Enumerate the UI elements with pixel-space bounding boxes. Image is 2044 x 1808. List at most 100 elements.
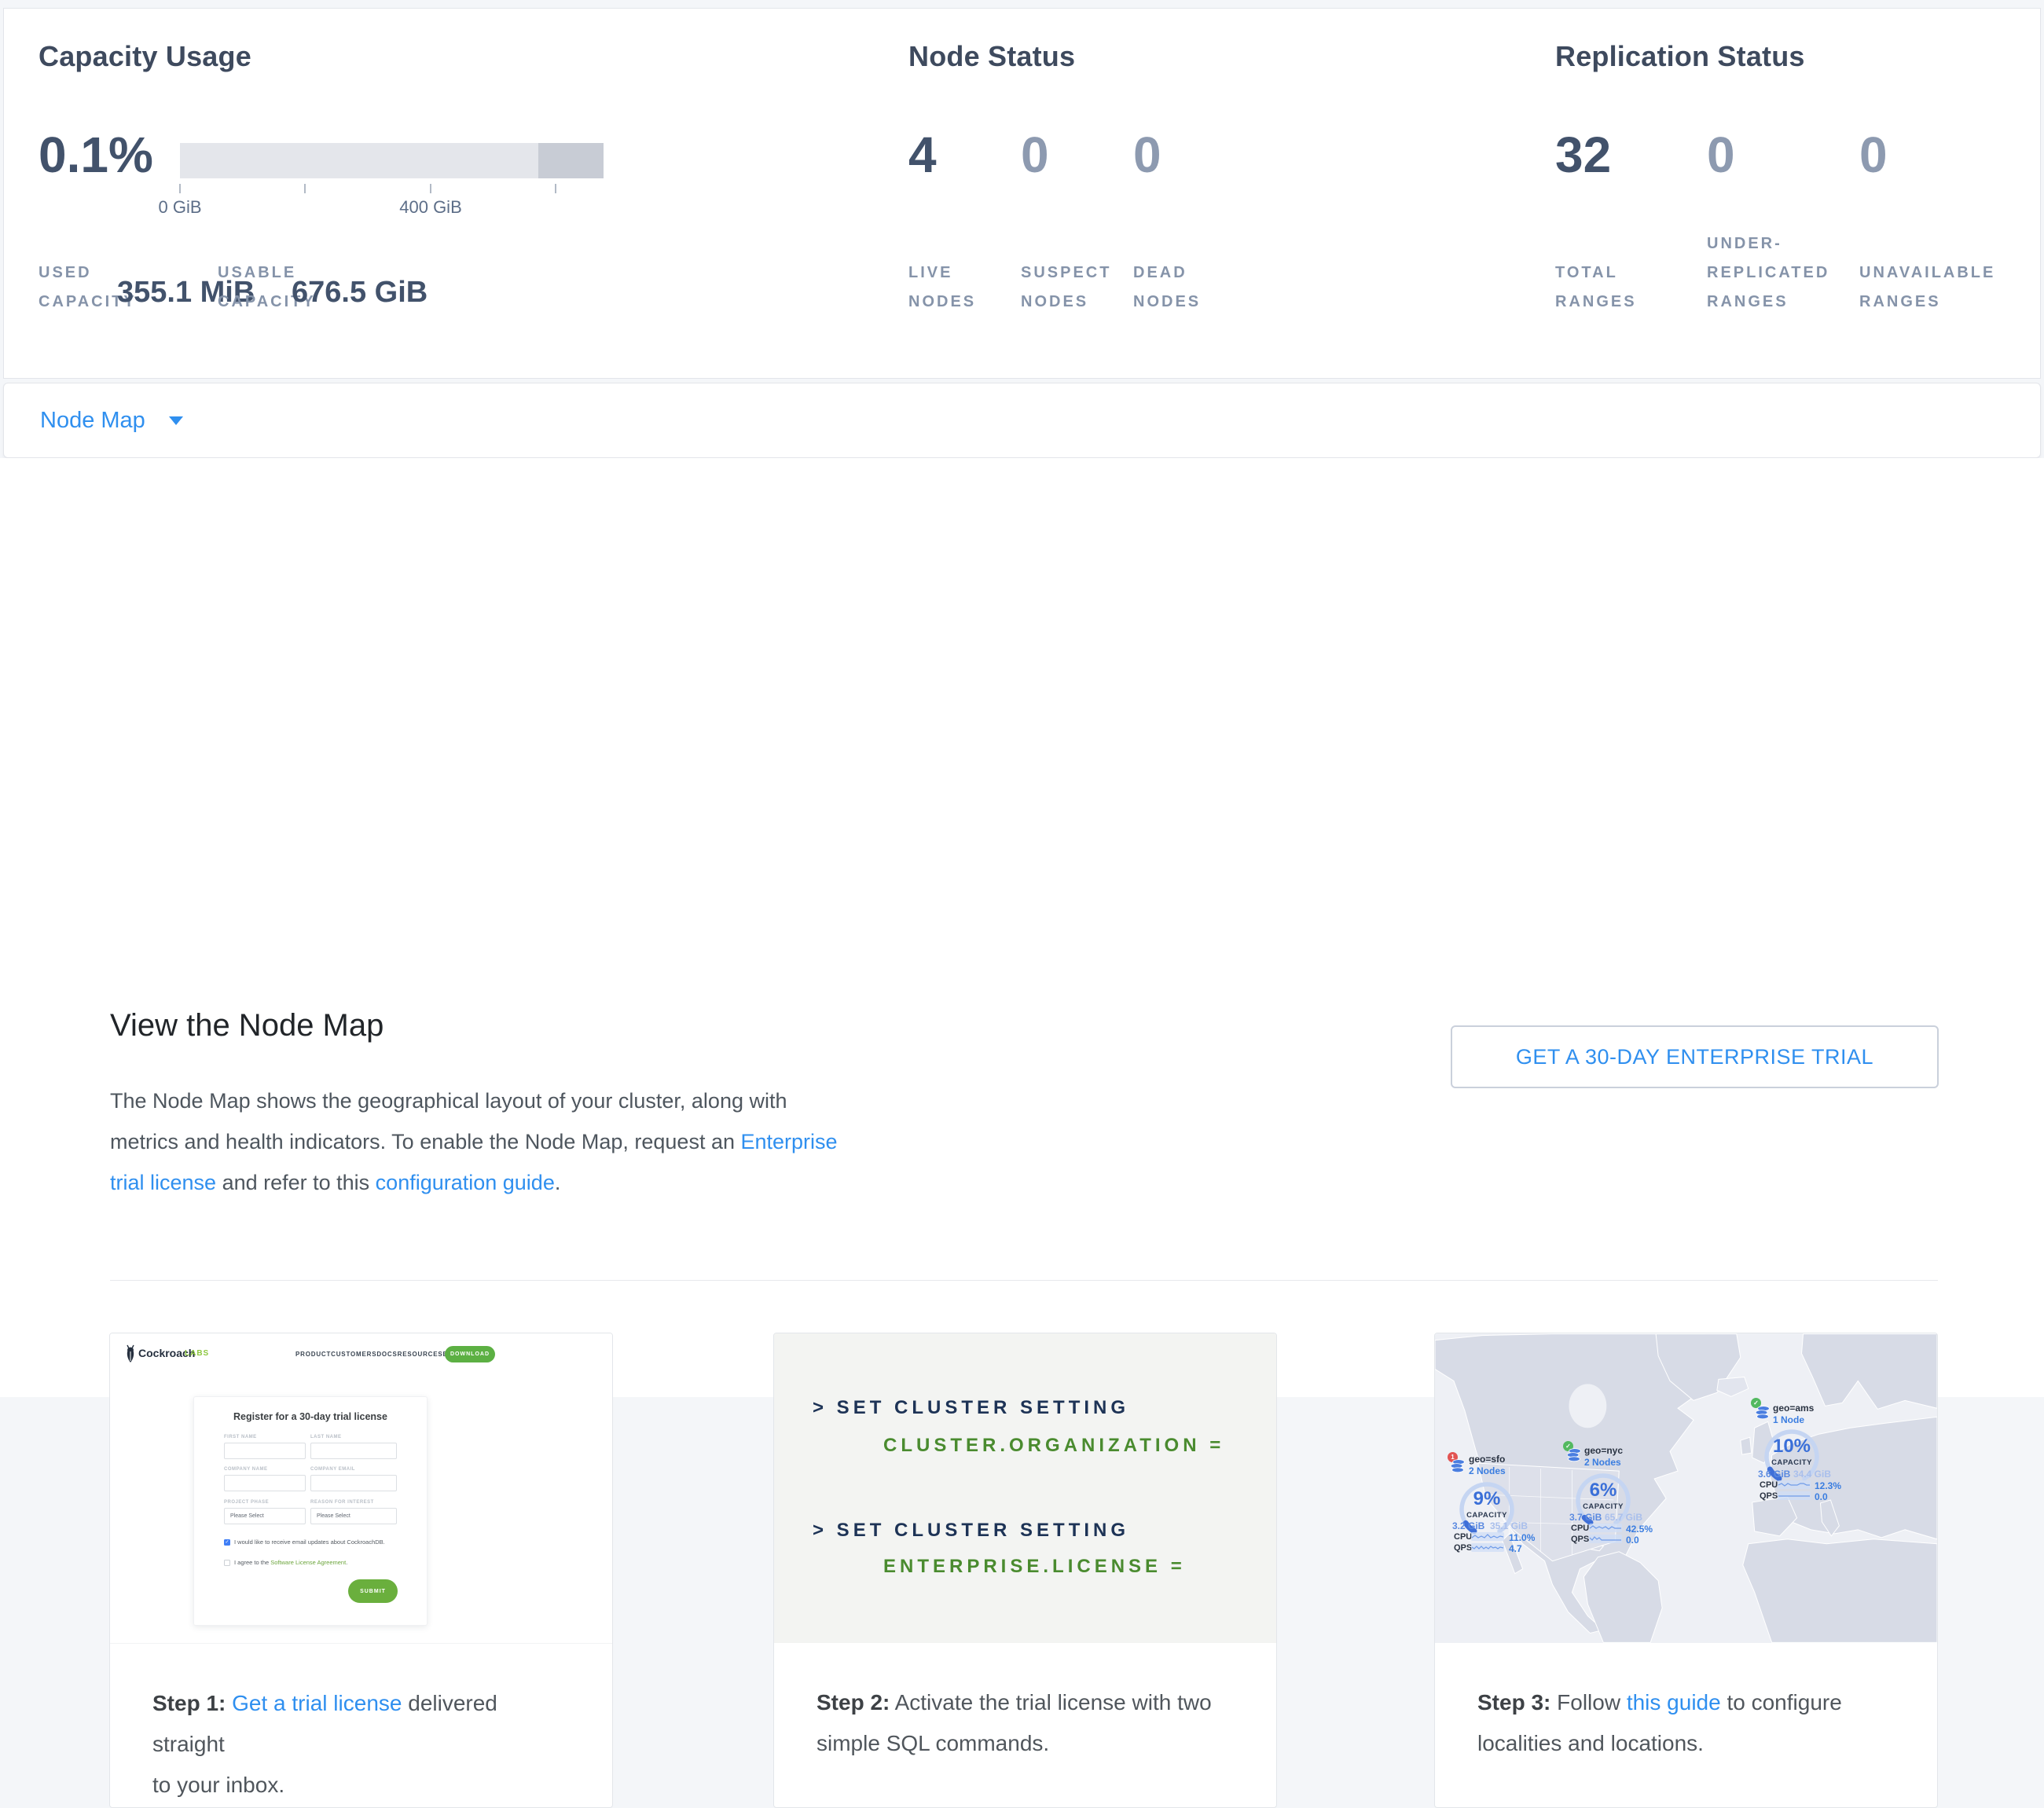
unavailable-ranges-count: 0 [1859,127,1888,183]
minisite-brand-suffix: LABS [185,1349,209,1358]
locality-node-count: 1 Node [1773,1414,1804,1425]
chevron-down-icon [169,416,183,425]
minisite-nav-docs: DOCS [376,1351,397,1358]
last-name-field: LAST NAME [310,1435,397,1459]
email-updates-checkbox: ✓ I would like to receive email updates … [224,1538,385,1546]
capacity-total: 34.4 GiB [1784,1469,1831,1480]
cpu-value: 12.3% [1815,1480,1841,1491]
node-map-preview: 1 geo=sfo 2 Nodes 9% CAPACITY 3.2 GiB 35… [1435,1333,1937,1643]
form-title: Register for a 30-day trial license [194,1411,427,1422]
total-ranges-count: 32 [1555,127,1611,183]
project-phase-select: PROJECT PHASE Please Select [224,1500,306,1524]
section-divider [110,1280,1938,1281]
minisite-nav-resources: RESOURCES [398,1351,443,1358]
cpu-sparkline [1778,1480,1811,1490]
company-email-field: COMPANY EMAIL [310,1467,397,1491]
axis-tick [179,184,181,193]
capacity-percent: 9% [1457,1488,1517,1510]
step-3-card: 1 geo=sfo 2 Nodes 9% CAPACITY 3.2 GiB 35… [1434,1333,1938,1808]
software-license-agreement-link: Software License Agreement [270,1559,346,1566]
dead-nodes-count: 0 [1133,127,1161,183]
qps-sparkline [1471,1542,1504,1553]
trial-registration-screenshot: Cockroach LABS PRODUCT CUSTOMERS DOCS RE… [110,1333,612,1644]
cpu-sparkline [1471,1531,1504,1542]
qps-label: QPS [1571,1535,1589,1544]
cockroach-icon [125,1344,136,1363]
minisite-download-button: DOWNLOAD [445,1346,495,1362]
qps-label: QPS [1454,1543,1472,1553]
unavailable-ranges-label: UNAVAILABLE RANGES [1859,259,1995,317]
view-mode-selected-label[interactable]: Node Map [40,408,145,434]
qps-value: 0.0 [1626,1535,1639,1546]
minisite-nav-product: PRODUCT [295,1351,331,1358]
step-2-card: > SET CLUSTER SETTING CLUSTER.ORGANIZATI… [773,1333,1277,1808]
checked-checkbox-icon: ✓ [224,1539,230,1546]
capacity-total: 65.7 GiB [1595,1512,1642,1523]
empty-checkbox-icon [224,1560,230,1566]
qps-label: QPS [1760,1491,1778,1501]
usable-capacity-value: 676.5 GiB [292,276,428,310]
locality-node-count: 2 Nodes [1469,1465,1506,1476]
node-map-promo-section: View the Node Map The Node Map shows the… [0,458,2044,1397]
enterprise-trial-button[interactable]: GET A 30-DAY ENTERPRISE TRIAL [1451,1025,1939,1088]
locality-name: geo=sfo [1469,1454,1505,1465]
capacity-usage-title: Capacity Usage [39,40,251,73]
company-name-field: COMPANY NAME [224,1467,306,1491]
locality-name: geo=ams [1773,1403,1814,1414]
sql-line: > SET CLUSTER SETTING [813,1520,1129,1542]
suspect-nodes-label: SUSPECT NODES [1021,259,1111,317]
under-replicated-ranges-label: UNDER- REPLICATED RANGES [1707,229,1829,317]
sql-line: > SET CLUSTER SETTING [813,1397,1129,1419]
axis-tick [555,184,556,193]
capacity-total: 35.1 GiB [1481,1520,1528,1531]
minisite-nav: PRODUCT CUSTOMERS DOCS RESOURCES BLOG [295,1351,441,1358]
this-guide-link[interactable]: this guide [1627,1690,1721,1714]
trial-license-form: Register for a 30-day trial license FIRS… [193,1396,428,1626]
axis-tick-label: 0 GiB [133,197,227,218]
reason-for-interest-select: REASON FOR INTEREST Please Select [310,1500,397,1524]
replication-status-title: Replication Status [1555,40,1805,73]
qps-value: 4.7 [1509,1543,1522,1554]
total-ranges-label: TOTAL RANGES [1555,259,1637,317]
enterprise-trial-license-link[interactable]: Enterprise [741,1130,838,1153]
qps-sparkline [1778,1491,1811,1501]
page-title: View the Node Map [110,1008,383,1043]
cpu-label: CPU [1454,1532,1472,1542]
license-agreement-checkbox: I agree to the Software License Agreemen… [224,1559,347,1566]
suspect-nodes-count: 0 [1021,127,1049,183]
step-2-caption: Step 2: Activate the trial license with … [774,1643,1276,1764]
enterprise-trial-license-link[interactable]: trial license [110,1171,216,1194]
node-map-description: The Node Map shows the geographical layo… [110,1080,838,1203]
cpu-label: CPU [1760,1480,1778,1490]
capacity-bar-dark-segment [538,143,604,178]
get-trial-license-link[interactable]: Get a trial license [232,1691,402,1715]
qps-sparkline [1589,1534,1622,1544]
locality-name: geo=nyc [1584,1445,1623,1456]
locality-node-count: 2 Nodes [1584,1457,1621,1468]
minisite-nav-customers: CUSTOMERS [331,1351,376,1358]
capacity-label: CAPACITY [1565,1502,1641,1511]
step-1-caption: Step 1: Get a trial license delivered st… [110,1644,612,1806]
view-mode-selector[interactable]: Node Map [3,383,2041,458]
axis-tick-label: 400 GiB [383,197,478,218]
qps-value: 0.0 [1815,1491,1828,1502]
capacity-percent: 6% [1573,1480,1633,1502]
capacity-label: CAPACITY [1754,1458,1829,1467]
live-nodes-label: LIVE NODES [908,259,976,317]
cpu-label: CPU [1571,1524,1589,1533]
capacity-percent: 10% [1762,1436,1822,1458]
axis-tick [430,184,431,193]
node-status-title: Node Status [908,40,1075,73]
dead-nodes-label: DEAD NODES [1133,259,1201,317]
under-replicated-ranges-count: 0 [1707,127,1735,183]
sql-line: ENTERPRISE.LICENSE = [883,1556,1186,1578]
database-icon [1567,1448,1581,1462]
cluster-overview-page: Capacity Usage 0.1% 0 GiB 400 GiB USED C… [0,0,2044,1397]
capacity-label: CAPACITY [1449,1511,1525,1520]
cpu-value: 11.0% [1509,1532,1535,1543]
submit-button: SUBMIT [348,1579,398,1603]
configuration-guide-link[interactable]: configuration guide [376,1171,555,1194]
cpu-sparkline [1589,1523,1622,1533]
step-3-caption: Step 3: Follow this guide to configure l… [1435,1643,1937,1764]
database-icon [1451,1459,1465,1473]
